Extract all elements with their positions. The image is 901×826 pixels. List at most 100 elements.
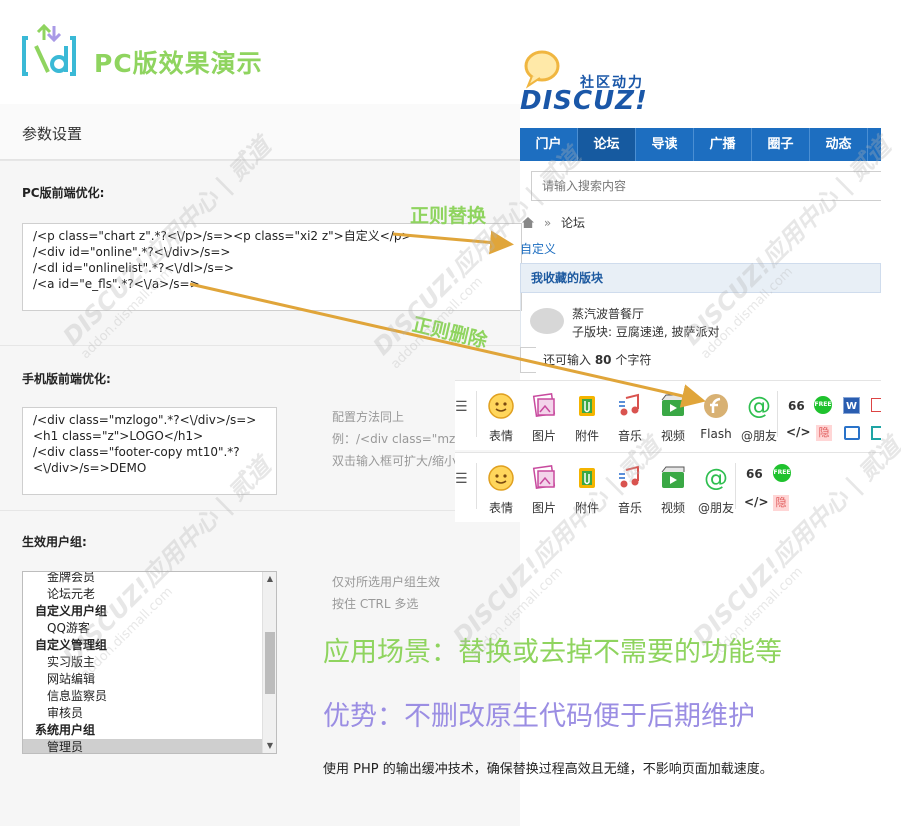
scroll-down-icon[interactable]: ▼ xyxy=(263,739,276,753)
emoji-icon xyxy=(486,391,516,421)
paste-icon[interactable] xyxy=(871,398,881,412)
mention-icon: @ xyxy=(744,391,774,421)
toolbar-button[interactable]: 附件 xyxy=(565,463,609,516)
discuz-logo: DISCUZ! xyxy=(520,86,648,116)
usergroup-option[interactable]: 论坛元老 xyxy=(23,586,276,603)
toolbar-button[interactable]: 附件 xyxy=(565,391,609,444)
separator xyxy=(476,391,477,437)
flash-icon xyxy=(701,391,731,421)
table-icon[interactable] xyxy=(871,426,881,440)
toolbar-button[interactable]: 视频 xyxy=(651,391,695,444)
nav-tab[interactable]: 圈子 xyxy=(752,128,810,161)
mobile-regex-textarea[interactable]: /<div class="mzlogo".*?<\/div>/s=> <h1 c… xyxy=(22,407,277,495)
breadcrumb-separator: » xyxy=(543,216,552,230)
settings-header: 参数设置 xyxy=(0,104,520,160)
separator xyxy=(735,463,736,509)
nav-tab[interactable]: 导读 xyxy=(636,128,694,161)
scroll-thumb[interactable] xyxy=(265,632,275,694)
mobile-hint-3: 双击输入框可扩大/缩小 xyxy=(332,454,457,468)
toolbar-label: 图片 xyxy=(531,429,556,443)
favorite-subforums: 子版块: 豆腐速递, 披萨派对 xyxy=(572,325,720,339)
scene-tagline: 应用场景：替换或去掉不需要的功能等 xyxy=(323,637,782,668)
music-icon xyxy=(615,391,645,421)
usergroup-option[interactable]: 审核员 xyxy=(23,705,276,722)
free-icon[interactable]: FREE xyxy=(814,396,832,414)
toolbar-button[interactable]: 视频 xyxy=(651,463,695,516)
usergroup-option[interactable]: QQ游客 xyxy=(23,620,276,637)
svg-text:@: @ xyxy=(747,392,771,420)
nav-tab[interactable]: 门户 xyxy=(520,128,578,161)
editor-toolbar-mobile: ☰ 表情 图片 附件 音乐 视频 @ @朋友 66 FREE </> 隐 xyxy=(455,452,881,522)
video-icon xyxy=(658,391,688,421)
free-icon[interactable]: FREE xyxy=(773,464,791,482)
usergroup-optgroup: 系统用户组 xyxy=(35,723,96,737)
post-textarea[interactable] xyxy=(520,347,536,373)
toolbar-button[interactable]: 图片 xyxy=(522,463,566,516)
replace-annotation: 正则替换 xyxy=(410,205,487,227)
toolbar-label: 音乐 xyxy=(617,429,642,443)
menu-icon[interactable]: ☰ xyxy=(455,471,468,487)
toolbar-label: 音乐 xyxy=(617,501,642,515)
page-title: PC版效果演示 xyxy=(94,49,263,78)
usergroup-option[interactable]: 金牌会员 xyxy=(23,572,276,586)
code-icon[interactable]: </> xyxy=(786,425,811,439)
favorite-forum-name[interactable]: 蒸汽波普餐厅 xyxy=(572,305,644,322)
toolbar-button[interactable]: 音乐 xyxy=(608,463,652,516)
toolbar-button[interactable]: 音乐 xyxy=(608,391,652,444)
home-icon[interactable] xyxy=(522,217,534,228)
image-upload-icon[interactable] xyxy=(844,426,860,440)
groups-hint-2: 按住 CTRL 多选 xyxy=(332,597,419,611)
brand-logo xyxy=(22,24,76,76)
toolbar-label: 视频 xyxy=(660,501,685,515)
image-icon xyxy=(529,463,559,493)
attachment-icon xyxy=(572,391,602,421)
usergroup-option[interactable]: 信息监察员 xyxy=(23,688,276,705)
hide-icon[interactable]: 隐 xyxy=(816,425,832,441)
search-input[interactable]: 请输入搜索内容 xyxy=(531,171,881,201)
nav-tab[interactable]: 论坛 xyxy=(578,128,636,161)
music-icon xyxy=(615,463,645,493)
groups-hint-1: 仅对所选用户组生效 xyxy=(332,575,441,589)
breadcrumb-forum[interactable]: 论坛 xyxy=(561,216,585,230)
toolbar-label: 视频 xyxy=(660,429,685,443)
toolbar-button[interactable]: 图片 xyxy=(522,391,566,444)
toolbar-button[interactable]: Flash xyxy=(694,391,738,441)
hide-icon[interactable]: 隐 xyxy=(773,495,789,511)
usergroup-multiselect[interactable]: 金牌会员 论坛元老 自定义用户组 QQ游客 自定义管理组实习版主 网站编辑 信息监察员 审核员… xyxy=(22,571,277,754)
usergroup-option[interactable]: 管理员 xyxy=(23,739,276,753)
toolbar-label: 附件 xyxy=(574,501,599,515)
listbox-scrollbar[interactable]: ▲ ▼ xyxy=(262,572,276,753)
usergroup-optgroup: 自定义管理组 xyxy=(35,638,108,652)
separator xyxy=(777,391,778,437)
pc-regex-textarea[interactable]: /<p class="chart z".*?<\/p>/s=><p class=… xyxy=(22,223,522,311)
toolbar-label: Flash xyxy=(700,427,732,441)
menu-icon[interactable]: ☰ xyxy=(455,399,468,415)
usergroup-option[interactable]: 网站编辑 xyxy=(23,671,276,688)
toolbar-button[interactable]: 表情 xyxy=(479,463,523,516)
toolbar-label: 图片 xyxy=(531,501,556,515)
toolbar-button[interactable]: @ @朋友 xyxy=(737,391,781,444)
custom-link[interactable]: 自定义 xyxy=(520,240,556,257)
divider xyxy=(0,160,520,161)
emoji-icon xyxy=(486,463,516,493)
pc-section-label: PC版前端优化: xyxy=(22,186,105,200)
usergroup-optgroup: 自定义用户组 xyxy=(35,604,108,618)
quote-icon[interactable]: 66 xyxy=(788,399,805,413)
usergroup-option[interactable]: 实习版主 xyxy=(23,654,276,671)
favorites-header: 我收藏的版块 xyxy=(520,263,881,293)
mobile-section-label: 手机版前端优化: xyxy=(22,372,111,386)
toolbar-button[interactable]: 表情 xyxy=(479,391,523,444)
quote-icon[interactable]: 66 xyxy=(746,467,763,481)
nav-tab[interactable]: 广播 xyxy=(694,128,752,161)
nav-tab[interactable]: 动态 xyxy=(810,128,868,161)
code-icon[interactable]: </> xyxy=(744,495,769,509)
word-icon[interactable]: W xyxy=(843,397,860,414)
char-remaining: 还可输入 80 个字符 xyxy=(543,353,652,367)
toolbar-label: 附件 xyxy=(574,429,599,443)
forum-bubble-icon xyxy=(530,308,564,334)
svg-text:@: @ xyxy=(704,464,728,492)
tech-note: 使用 PHP 的输出缓冲技术，确保替换过程高效且无缝，不影响页面加载速度。 xyxy=(323,762,773,777)
toolbar-label: @朋友 xyxy=(740,429,777,443)
toolbar-button[interactable]: @ @朋友 xyxy=(694,463,738,516)
scroll-up-icon[interactable]: ▲ xyxy=(263,572,276,586)
